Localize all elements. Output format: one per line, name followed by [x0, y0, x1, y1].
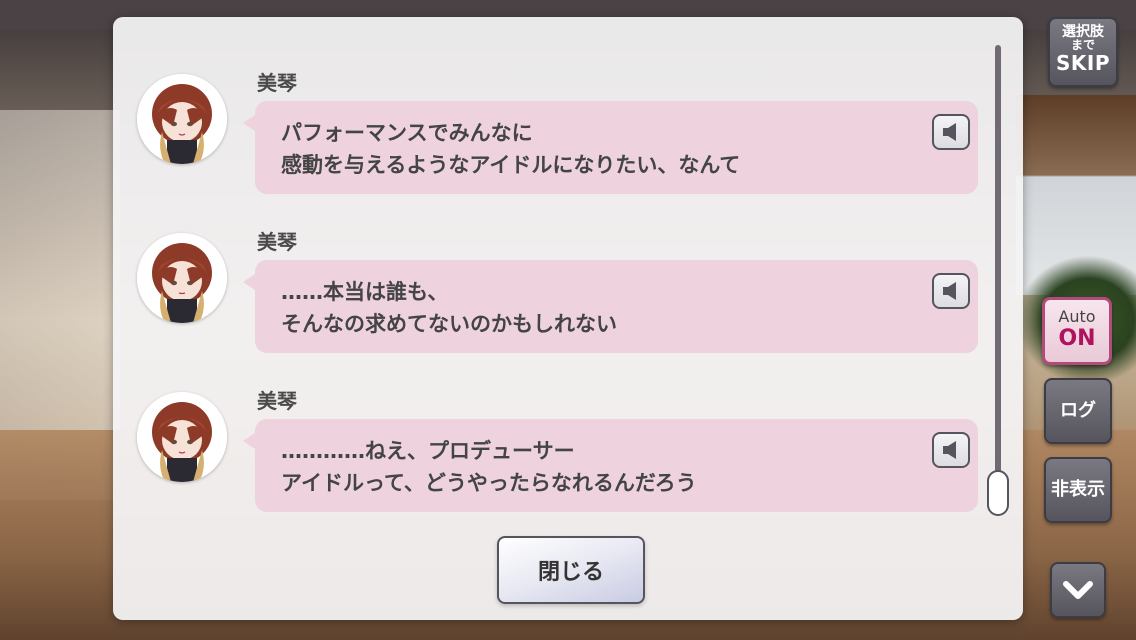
- speaker-name: 美琴: [257, 71, 297, 95]
- hide-ui-button[interactable]: 非表示: [1044, 457, 1112, 523]
- menu-collapse-button[interactable]: [1050, 562, 1106, 618]
- log-entry: 美琴 ……本当は誰も、 そんなの求めてないのかもしれない: [113, 176, 993, 353]
- speaker-icon: [943, 441, 956, 459]
- auto-state: ON: [1058, 326, 1096, 351]
- dialogue-line: …………ねえ、プロデューサー: [281, 439, 575, 463]
- voice-replay-button[interactable]: [932, 273, 970, 309]
- log-scrollbar-thumb[interactable]: [987, 470, 1009, 516]
- speaker-name: 美琴: [257, 389, 297, 413]
- skip-button-main-label: SKIP: [1055, 51, 1110, 75]
- log-scrollbar-track[interactable]: [995, 45, 1001, 505]
- dialogue-line: アイドルって、どうやったらなれるんだろう: [281, 471, 697, 495]
- close-button[interactable]: 閉じる: [497, 536, 645, 604]
- dialogue-line: 感動を与えるようなアイドルになりたい、なんて: [281, 153, 741, 177]
- character-avatar: [137, 392, 227, 482]
- speaker-name: 美琴: [257, 230, 297, 254]
- log-entry: 美琴 パフォーマンスでみんなに 感動を与えるようなアイドルになりたい、なんて: [113, 17, 993, 194]
- skip-to-choice-button[interactable]: 選択肢 まで SKIP: [1048, 17, 1118, 87]
- chevron-down-icon: [1063, 581, 1093, 599]
- skip-button-mid-label: まで: [1070, 38, 1095, 52]
- voice-replay-button[interactable]: [932, 432, 970, 468]
- dialogue-line: そんなの求めてないのかもしれない: [281, 312, 617, 336]
- auto-toggle-button[interactable]: Auto ON: [1042, 297, 1112, 365]
- speaker-icon: [943, 282, 956, 300]
- dialogue-line: ……本当は誰も、: [281, 280, 449, 304]
- dialogue-line: パフォーマンスでみんなに: [281, 121, 533, 145]
- log-button[interactable]: ログ: [1044, 378, 1112, 444]
- speaker-icon: [943, 123, 956, 141]
- character-avatar: [137, 233, 227, 323]
- dialogue-bubble: …………ねえ、プロデューサー アイドルって、どうやったらなれるんだろう: [243, 419, 978, 512]
- backlog-panel: 美琴 パフォーマンスでみんなに 感動を与えるようなアイドルになりたい、なんて 美…: [113, 17, 1023, 620]
- skip-button-top-label: 選択肢: [1062, 24, 1104, 40]
- character-avatar: [137, 74, 227, 164]
- auto-label: Auto: [1058, 307, 1096, 326]
- log-entry: 美琴 …………ねえ、プロデューサー アイドルって、どうやったらなれるんだろう: [113, 335, 993, 512]
- voice-replay-button[interactable]: [932, 114, 970, 150]
